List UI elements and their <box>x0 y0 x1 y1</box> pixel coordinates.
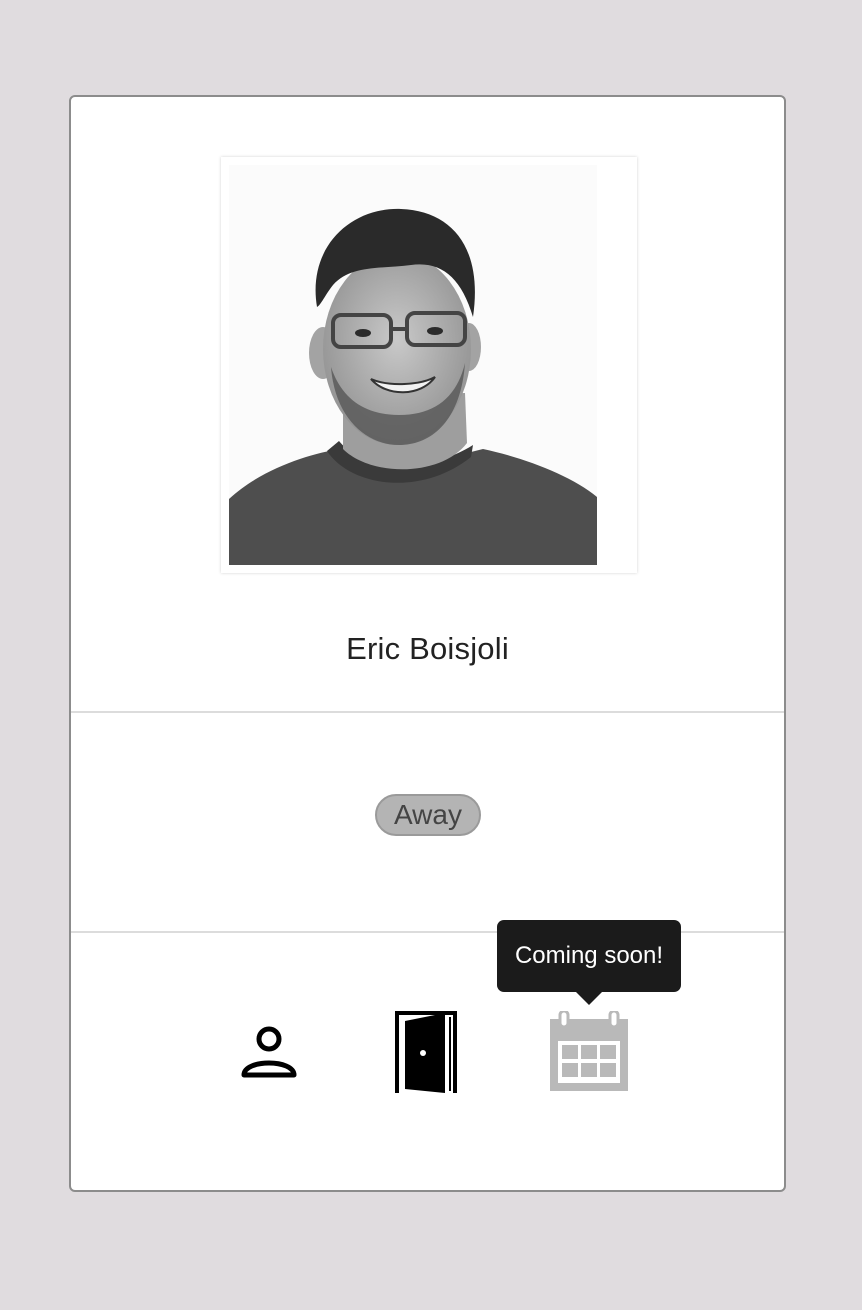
calendar-button[interactable] <box>543 1007 635 1097</box>
divider <box>71 711 784 713</box>
calendar-icon <box>550 1011 628 1091</box>
tooltip-arrow <box>576 992 602 1005</box>
profile-card: Eric Boisjoli Away Coming soon! <box>69 95 786 1192</box>
person-icon <box>241 1026 297 1078</box>
exit-button[interactable] <box>387 1007 467 1097</box>
portrait-image <box>221 157 637 573</box>
profile-button[interactable] <box>231 1007 307 1097</box>
profile-photo <box>221 157 637 573</box>
door-exit-icon <box>395 1011 457 1093</box>
coming-soon-tooltip: Coming soon! <box>497 920 681 992</box>
user-name: Eric Boisjoli <box>346 631 509 666</box>
status-badge: Away <box>375 794 481 836</box>
